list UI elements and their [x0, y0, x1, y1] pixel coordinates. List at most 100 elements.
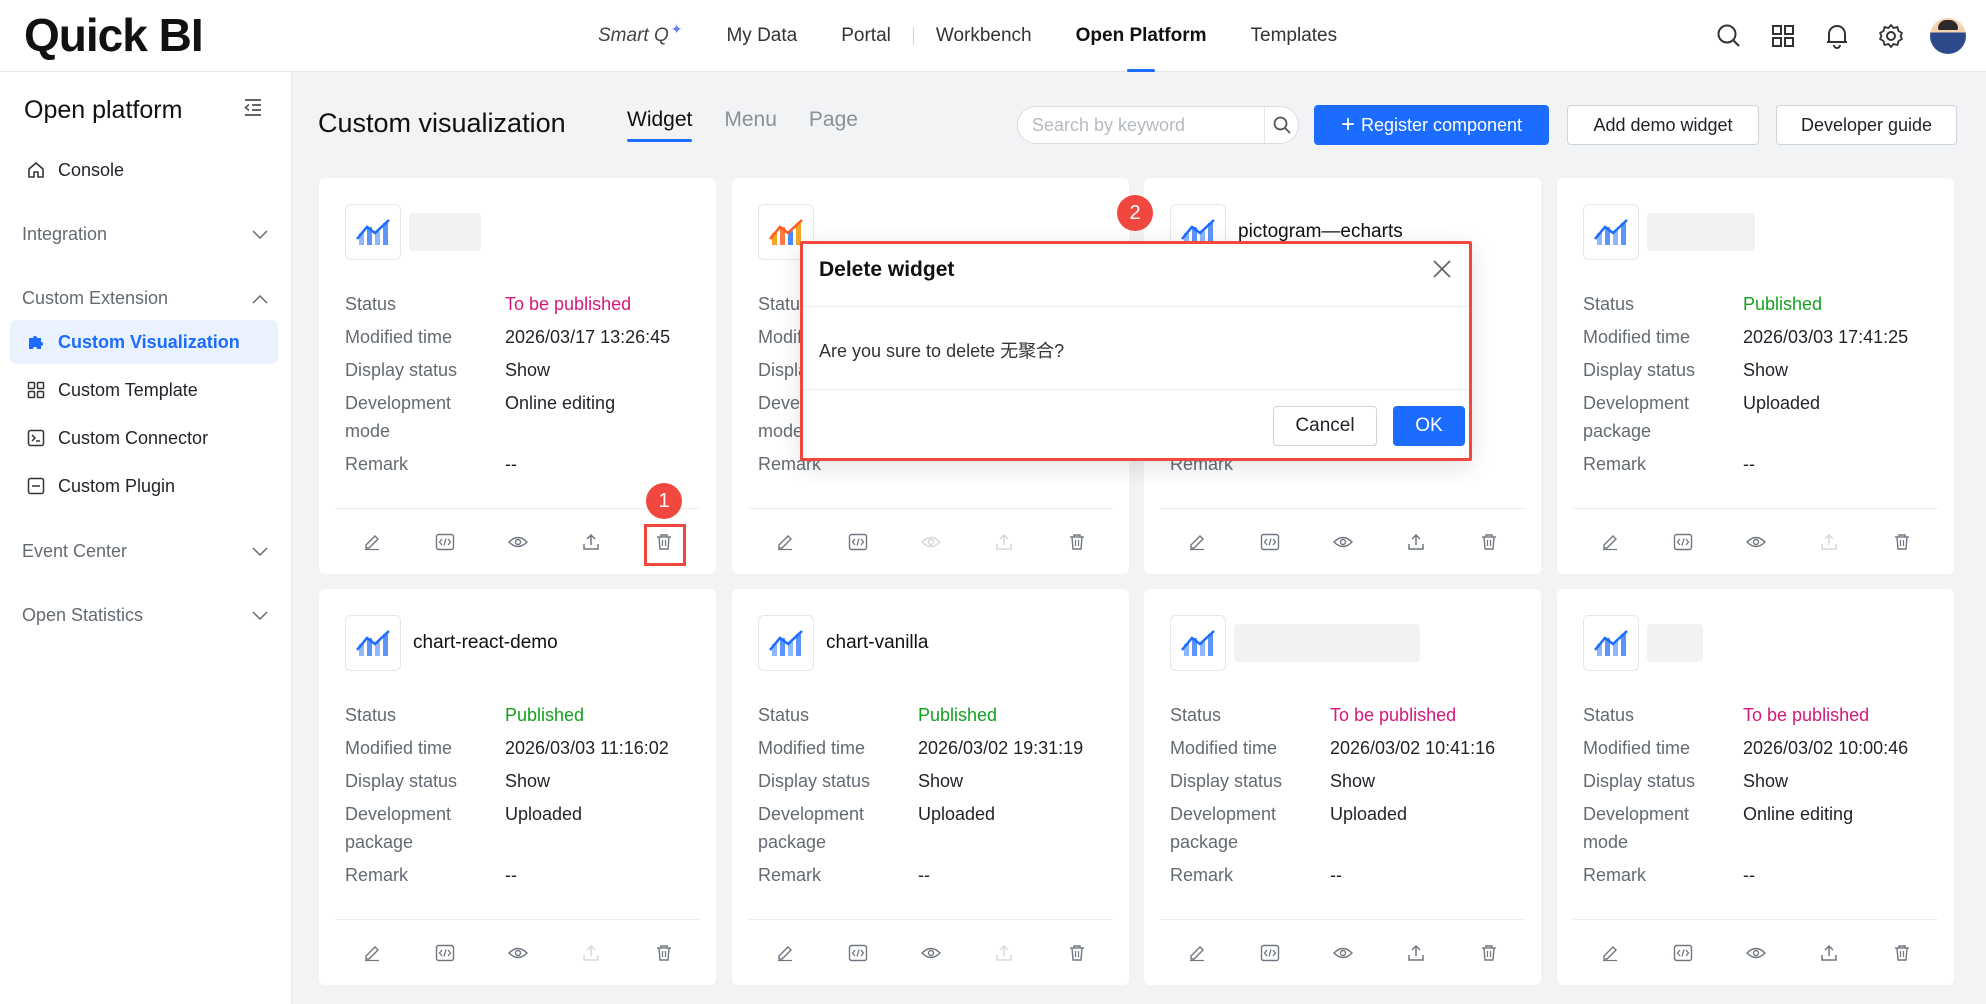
sidebar-item-custom-template[interactable]: Custom Template — [10, 368, 278, 412]
preview-eye-icon[interactable] — [1328, 938, 1358, 968]
publish-upload-icon[interactable] — [1401, 938, 1431, 968]
ok-button[interactable]: OK — [1393, 406, 1465, 446]
preview-eye-icon[interactable] — [1741, 527, 1771, 557]
nav-smart-q-label: Smart Q — [598, 25, 669, 46]
tab-menu[interactable]: Menu — [724, 108, 777, 142]
widget-card[interactable]: chart-vanilla Status Published Modified tim… — [732, 589, 1129, 985]
cancel-button[interactable]: Cancel — [1273, 406, 1377, 446]
code-icon[interactable] — [1255, 938, 1285, 968]
preview-eye-icon[interactable] — [1741, 938, 1771, 968]
sidebar-group-event-center[interactable]: Event Center — [22, 529, 268, 573]
developer-guide-button[interactable]: Developer guide — [1776, 105, 1957, 145]
widget-name-redacted — [1647, 213, 1755, 251]
card-actions — [748, 508, 1113, 574]
code-icon[interactable] — [430, 938, 460, 968]
search-icon[interactable] — [1714, 21, 1744, 51]
status-label: Status — [1170, 705, 1222, 725]
preview-eye-icon[interactable] — [1328, 527, 1358, 557]
add-demo-widget-button[interactable]: Add demo widget — [1567, 105, 1759, 145]
register-component-button[interactable]: + Register component — [1314, 105, 1549, 145]
widget-card[interactable]: chart-react-demo Status Published Modified … — [319, 589, 716, 985]
sidebar-item-custom-plugin[interactable]: Custom Plugin — [10, 464, 278, 508]
publish-upload-icon[interactable] — [1401, 527, 1431, 557]
widget-card[interactable]: Status To be published Modified time 2026/0… — [1144, 589, 1541, 985]
delete-trash-icon[interactable] — [1062, 938, 1092, 968]
top-nav: Smart Q ✦ My Data Portal Workbench Open P… — [598, 0, 1381, 72]
edit-icon[interactable] — [357, 938, 387, 968]
nav-open-platform[interactable]: Open Platform — [1076, 0, 1207, 72]
preview-eye-icon[interactable] — [503, 938, 533, 968]
development-value: Uploaded — [918, 804, 996, 824]
code-icon[interactable] — [430, 527, 460, 557]
development-label: Development — [1170, 804, 1277, 824]
widget-chart-icon — [1583, 204, 1639, 260]
remark-label: Remark — [345, 865, 409, 885]
development-row-cont: package — [1170, 828, 1520, 856]
plus-icon: + — [1340, 111, 1355, 138]
status-label: Status — [1583, 294, 1635, 314]
sidebar-item-custom-visualization[interactable]: Custom Visualization — [10, 320, 278, 364]
status-label: Status — [345, 705, 397, 725]
template-grid-icon — [26, 380, 46, 400]
development-label-line2: package — [1170, 832, 1239, 852]
sidebar-group-open-statistics[interactable]: Open Statistics — [22, 593, 268, 637]
delete-trash-icon[interactable] — [1474, 938, 1504, 968]
widget-card[interactable]: Status Published Modified time 2026/03/03 1… — [1557, 178, 1954, 574]
delete-trash-icon[interactable] — [649, 938, 679, 968]
nav-templates[interactable]: Templates — [1251, 0, 1338, 72]
tab-page[interactable]: Page — [809, 108, 858, 142]
card-actions — [1573, 508, 1938, 574]
collapse-menu-icon[interactable] — [242, 96, 266, 120]
nav-workbench[interactable]: Workbench — [936, 0, 1032, 72]
gear-icon[interactable] — [1876, 21, 1906, 51]
nav-portal[interactable]: Portal — [841, 0, 891, 72]
search-button[interactable] — [1264, 107, 1298, 143]
preview-eye-icon[interactable] — [503, 527, 533, 557]
search-input[interactable] — [1018, 107, 1264, 143]
publish-upload-icon[interactable] — [1814, 938, 1844, 968]
sidebar-group-integration[interactable]: Integration — [22, 212, 268, 256]
delete-trash-icon[interactable] — [1062, 527, 1092, 557]
card-actions — [1573, 919, 1938, 985]
status-label: Status — [1583, 705, 1635, 725]
publish-upload-icon[interactable] — [576, 527, 606, 557]
edit-icon[interactable] — [1182, 938, 1212, 968]
development-row-cont: package — [758, 828, 1108, 856]
edit-icon[interactable] — [770, 527, 800, 557]
app-logo[interactable]: Quick BI — [24, 8, 204, 62]
close-icon[interactable] — [1431, 258, 1455, 282]
bell-icon[interactable] — [1822, 21, 1852, 51]
avatar[interactable] — [1930, 18, 1966, 54]
apps-grid-icon[interactable] — [1768, 21, 1798, 51]
code-icon[interactable] — [843, 938, 873, 968]
tab-widget[interactable]: Widget — [627, 108, 693, 142]
delete-trash-icon[interactable] — [1887, 527, 1917, 557]
code-icon[interactable] — [1255, 527, 1285, 557]
delete-trash-icon[interactable] — [1887, 938, 1917, 968]
code-icon[interactable] — [1668, 527, 1698, 557]
nav-divider — [912, 27, 914, 45]
edit-icon[interactable] — [1182, 527, 1212, 557]
code-icon[interactable] — [1668, 938, 1698, 968]
nav-my-data[interactable]: My Data — [726, 0, 797, 72]
delete-widget-dialog: Delete widget Are you sure to delete 无聚合… — [800, 241, 1472, 461]
edit-icon[interactable] — [770, 938, 800, 968]
sidebar-group-custom-extension[interactable]: Custom Extension — [22, 276, 268, 320]
nav-smart-q[interactable]: Smart Q ✦ — [598, 0, 682, 72]
sidebar-item-console[interactable]: Console — [10, 148, 278, 192]
edit-icon[interactable] — [357, 527, 387, 557]
display-label: Display status — [345, 771, 458, 791]
plugin-icon — [26, 476, 46, 496]
delete-trash-icon[interactable] — [1474, 527, 1504, 557]
preview-eye-icon[interactable] — [916, 938, 946, 968]
widget-card[interactable]: Status To be published Modified time 2026/0… — [1557, 589, 1954, 985]
sidebar-item-label: Custom Visualization — [58, 331, 240, 352]
code-icon[interactable] — [843, 527, 873, 557]
edit-icon[interactable] — [1595, 938, 1625, 968]
edit-icon[interactable] — [1595, 527, 1625, 557]
card-header — [345, 204, 481, 260]
modified-value: 2026/03/03 11:16:02 — [505, 738, 669, 758]
modified-label: Modified time — [1583, 327, 1691, 347]
sidebar-item-custom-connector[interactable]: Custom Connector — [10, 416, 278, 460]
display-label: Display status — [345, 360, 458, 380]
